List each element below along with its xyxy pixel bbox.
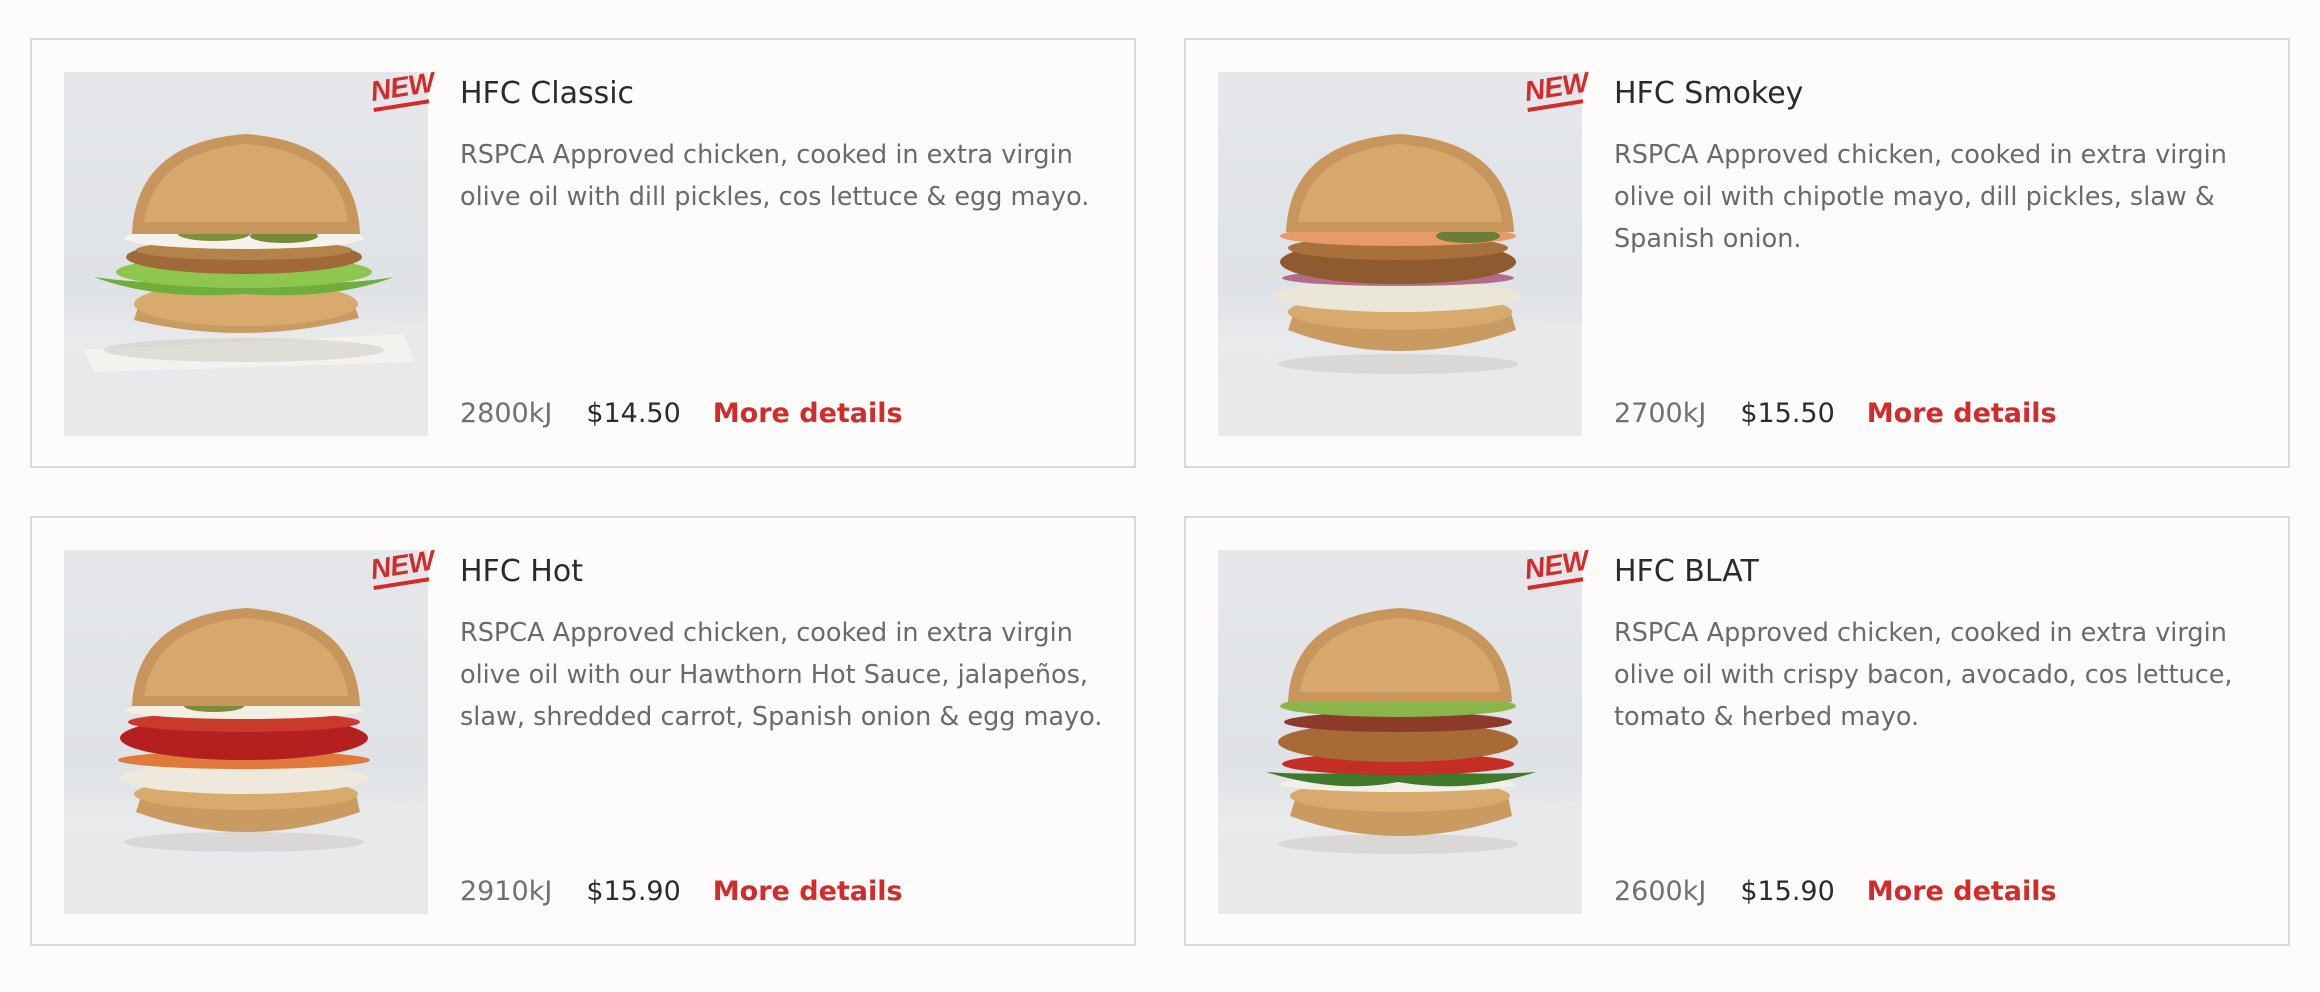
price-value: $15.90 [1740,876,1835,907]
price-value: $15.90 [586,876,681,907]
menu-card[interactable]: NEW HFC Classic RSPCA Approved chicken, … [30,38,1136,468]
menu-card[interactable]: NEW HFC Smokey RSPCA Approved chicken, c… [1184,38,2290,468]
burger-classic-image[interactable] [64,72,428,436]
item-meta: 2600kJ $15.90 More details [1614,876,2057,907]
menu-card[interactable]: NEW HFC BLAT RSPCA Approved chicken, coo… [1184,516,2290,946]
item-meta: 2800kJ $14.50 More details [460,398,903,429]
energy-value: 2600kJ [1614,876,1707,907]
more-details-link[interactable]: More details [713,876,903,907]
item-meta: 2910kJ $15.90 More details [460,876,903,907]
item-title: HFC Smokey [1614,76,1804,111]
item-title: HFC Hot [460,554,583,589]
item-meta: 2700kJ $15.50 More details [1614,398,2057,429]
item-description: RSPCA Approved chicken, cooked in extra … [460,140,1090,212]
energy-value: 2910kJ [460,876,553,907]
burger-hot-image[interactable] [64,550,428,914]
item-title: HFC BLAT [1614,554,1759,589]
energy-value: 2700kJ [1614,398,1707,429]
item-title: HFC Classic [460,76,635,111]
menu-card[interactable]: NEW HFC Hot RSPCA Approved chicken, cook… [30,516,1136,946]
price-value: $15.50 [1740,398,1835,429]
burger-blat-image[interactable] [1218,550,1582,914]
more-details-link[interactable]: More details [1867,876,2057,907]
item-description: RSPCA Approved chicken, cooked in extra … [460,618,1103,732]
menu-grid: NEW HFC Classic RSPCA Approved chicken, … [30,38,2290,946]
item-description: RSPCA Approved chicken, cooked in extra … [1614,618,2233,732]
item-description: RSPCA Approved chicken, cooked in extra … [1614,140,2227,254]
energy-value: 2800kJ [460,398,553,429]
more-details-link[interactable]: More details [1867,398,2057,429]
more-details-link[interactable]: More details [713,398,903,429]
price-value: $14.50 [586,398,681,429]
burger-smokey-image[interactable] [1218,72,1582,436]
